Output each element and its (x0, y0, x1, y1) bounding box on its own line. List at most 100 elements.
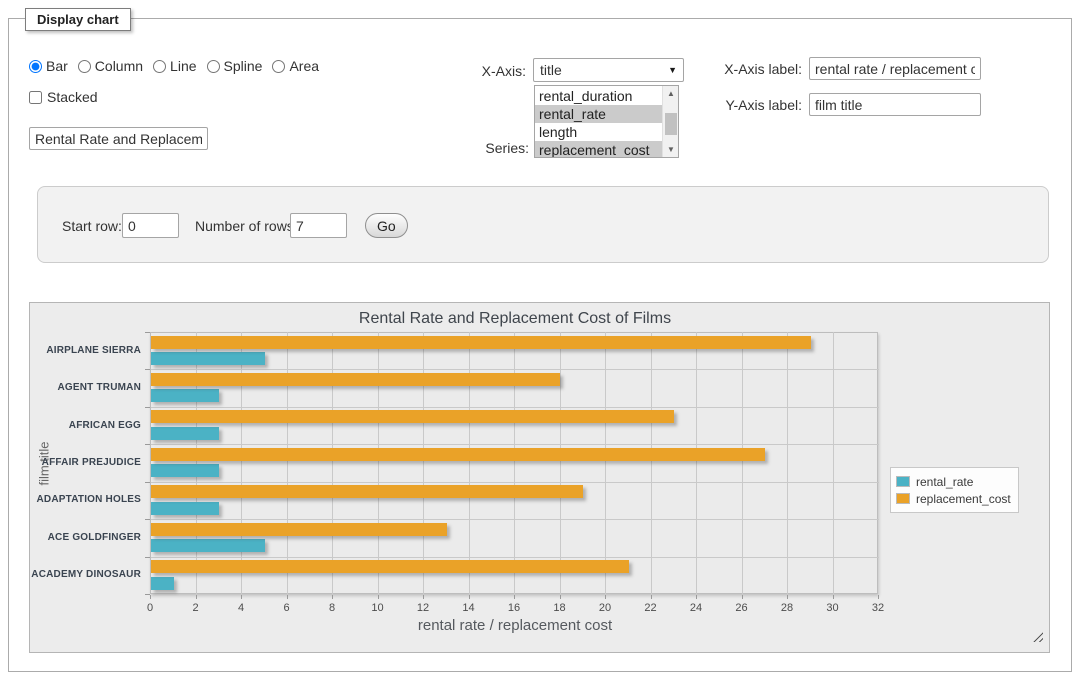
chart-type-radio-spline[interactable] (207, 60, 220, 73)
stacked-option[interactable]: Stacked (29, 89, 98, 105)
gridline-vertical (287, 332, 288, 594)
bar-rental_rate (151, 539, 265, 552)
resize-grip-icon[interactable] (1031, 630, 1043, 642)
chart-type-label: Line (170, 58, 196, 74)
gridline-vertical (196, 332, 197, 594)
x-tick-label: 2 (179, 602, 213, 614)
x-tick-label: 18 (543, 602, 577, 614)
y-tick-mark (145, 369, 150, 370)
chart-type-radio-bar[interactable] (29, 60, 42, 73)
x-tick-label: 12 (406, 602, 440, 614)
stacked-checkbox[interactable] (29, 91, 42, 104)
bar-replacement_cost (151, 448, 765, 461)
y-axis-label-label: Y-Axis label: (650, 97, 802, 113)
gridline-vertical (605, 332, 606, 594)
scroll-down-icon[interactable]: ▼ (663, 142, 679, 157)
x-tick-mark (423, 595, 424, 599)
x-axis-select-label: X-Axis: (421, 63, 526, 79)
fieldset-legend: Display chart (25, 8, 131, 31)
x-tick-mark (332, 595, 333, 599)
x-tick-label: 26 (725, 602, 759, 614)
y-tick-mark (145, 444, 150, 445)
gridline-vertical (423, 332, 424, 594)
legend-swatch-replacement_cost (896, 493, 910, 504)
y-tick-mark (145, 332, 150, 333)
x-tick-label: 10 (361, 602, 395, 614)
x-axis-select-value: title (540, 62, 562, 78)
x-tick-label: 6 (270, 602, 304, 614)
chart-title-input[interactable] (29, 127, 208, 150)
y-tick-mark (145, 482, 150, 483)
chart-container: Rental Rate and Replacement Cost of Film… (29, 302, 1050, 653)
gridline-vertical (469, 332, 470, 594)
chart-type-radio-area[interactable] (272, 60, 285, 73)
x-tick-mark (560, 595, 561, 599)
series-option-replacement_cost[interactable]: replacement_cost (535, 141, 662, 158)
gridline-vertical (560, 332, 561, 594)
y-tick-mark (145, 519, 150, 520)
chart-type-label: Area (289, 58, 319, 74)
x-tick-label: 8 (315, 602, 349, 614)
gridline-vertical (241, 332, 242, 594)
x-tick-label: 30 (816, 602, 850, 614)
chart-type-radio-group: Bar Column Line Spline Area (29, 58, 319, 74)
series-option-length[interactable]: length (535, 123, 662, 141)
gridline-vertical (378, 332, 379, 594)
bar-rental_rate (151, 464, 219, 477)
gridline-horizontal (151, 369, 879, 370)
x-tick-label: 16 (497, 602, 531, 614)
chart-type-column[interactable]: Column (78, 58, 143, 74)
bar-rental_rate (151, 577, 174, 590)
category-label: AIRPLANE SIERRA (30, 345, 141, 356)
x-tick-mark (696, 595, 697, 599)
x-tick-label: 22 (634, 602, 668, 614)
chart-type-spline[interactable]: Spline (207, 58, 263, 74)
x-tick-label: 32 (861, 602, 895, 614)
number-of-rows-input[interactable] (290, 213, 347, 238)
legend-swatch-rental_rate (896, 476, 910, 487)
legend-row: rental_rate (896, 473, 1011, 490)
y-axis-label-input[interactable] (809, 93, 981, 116)
chart-x-axis-title: rental rate / replacement cost (151, 617, 879, 634)
x-tick-mark (514, 595, 515, 599)
y-tick-mark (145, 557, 150, 558)
bar-rental_rate (151, 389, 219, 402)
gridline-vertical (332, 332, 333, 594)
x-tick-mark (378, 595, 379, 599)
bar-replacement_cost (151, 560, 629, 573)
page: Display chart Bar Column Line Spline Area St… (0, 0, 1081, 681)
scrollbar-thumb[interactable] (665, 113, 677, 135)
x-axis-label-input[interactable] (809, 57, 981, 80)
chart-type-radio-column[interactable] (78, 60, 91, 73)
display-chart-fieldset: BarColumnLineSplineArea Stacked X-Axis: … (8, 18, 1072, 672)
series-option-rental_rate[interactable]: rental_rate (535, 105, 662, 123)
x-tick-label: 28 (770, 602, 804, 614)
chart-type-bar[interactable]: Bar (29, 58, 68, 74)
bar-replacement_cost (151, 410, 674, 423)
series-option-rental_duration[interactable]: rental_duration (535, 87, 662, 105)
gridline-horizontal (151, 557, 879, 558)
x-tick-mark (287, 595, 288, 599)
series-listbox[interactable]: rental_durationrental_ratelengthreplacem… (534, 85, 679, 158)
number-of-rows-label: Number of rows: (195, 218, 298, 234)
chart-type-area[interactable]: Area (272, 58, 319, 74)
start-row-input[interactable] (122, 213, 179, 238)
category-label: AFFAIR PREJUDICE (30, 457, 141, 468)
bar-replacement_cost (151, 336, 811, 349)
x-tick-label: 14 (452, 602, 486, 614)
chart-type-radio-line[interactable] (153, 60, 166, 73)
x-tick-mark (469, 595, 470, 599)
chart-type-label: Column (95, 58, 143, 74)
x-tick-label: 0 (133, 602, 167, 614)
category-label: ADAPTATION HOLES (30, 494, 141, 505)
chart-title: Rental Rate and Replacement Cost of Film… (151, 310, 879, 328)
gridline-vertical (833, 332, 834, 594)
gridline-horizontal (151, 482, 879, 483)
legend-row: replacement_cost (896, 490, 1011, 507)
chart-type-line[interactable]: Line (153, 58, 196, 74)
category-label: ACE GOLDFINGER (30, 532, 141, 543)
series-label: Series: (424, 140, 529, 156)
gridline-horizontal (151, 519, 879, 520)
start-row-label: Start row: (62, 218, 122, 234)
go-button[interactable]: Go (365, 213, 408, 238)
